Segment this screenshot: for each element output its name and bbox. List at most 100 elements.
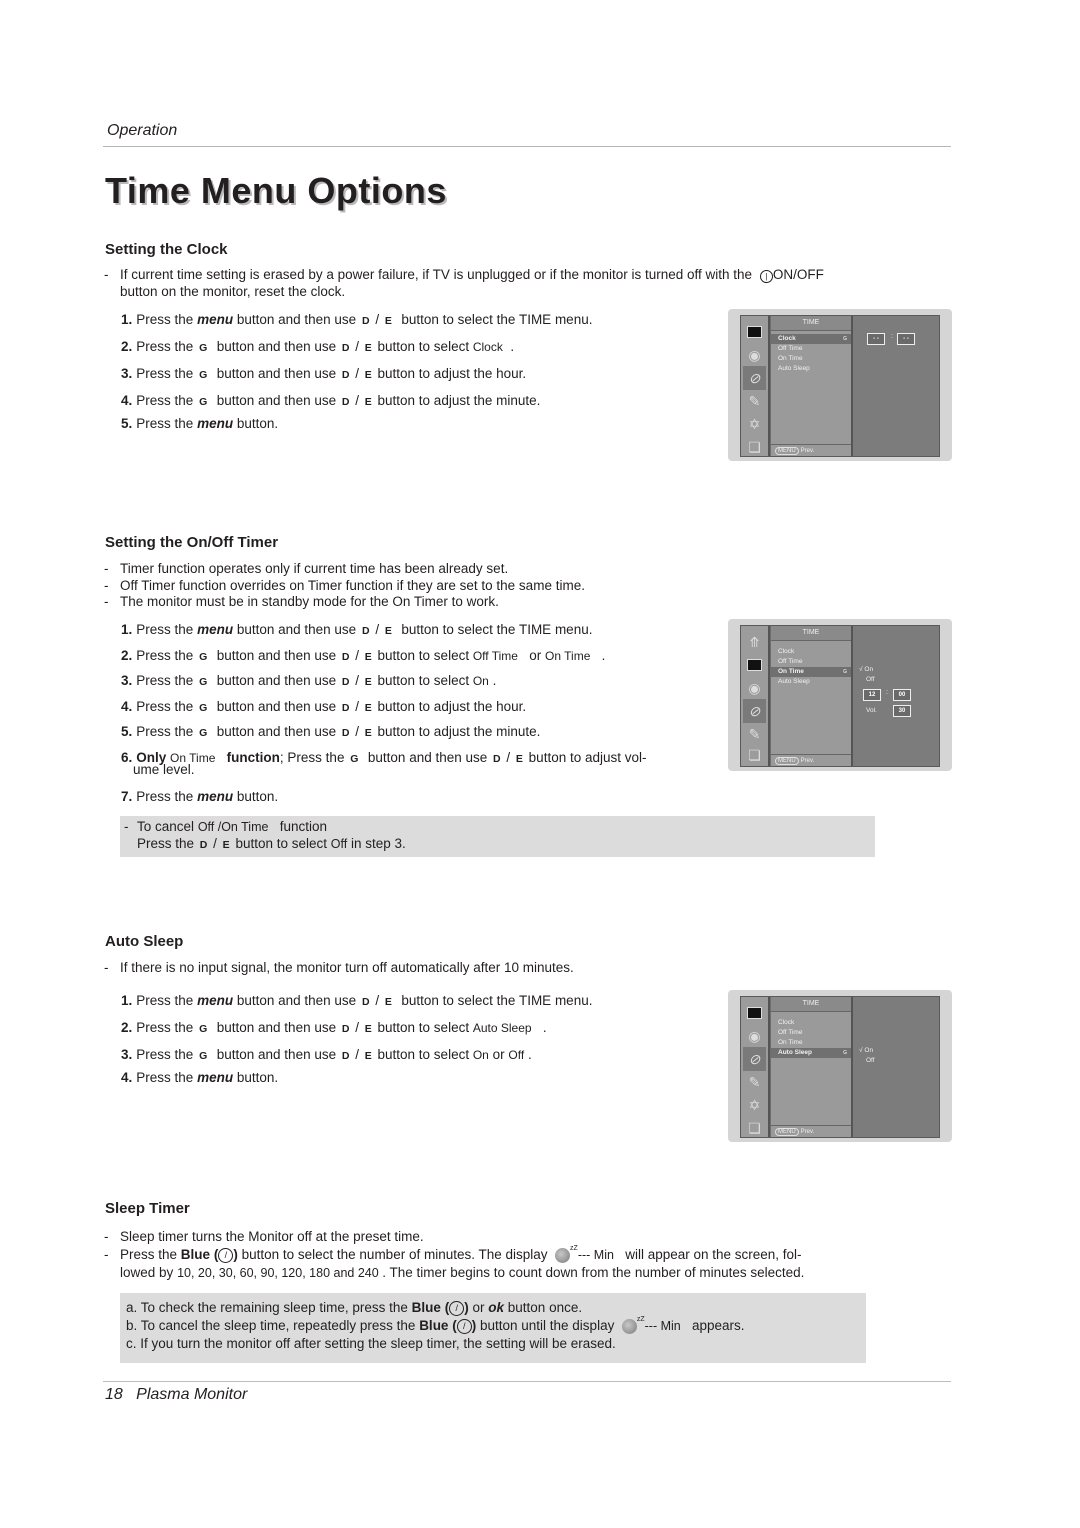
step-text: Press the — [136, 789, 194, 804]
hour-field[interactable]: 12 — [863, 689, 881, 701]
step-text: button and then use — [216, 1047, 337, 1062]
bullet: - Press the Blue (/) button to select the… — [104, 1245, 802, 1263]
settings-icon: ✡ — [748, 415, 761, 432]
osd-item-clock[interactable]: Clock — [771, 1018, 851, 1028]
picture-icon — [743, 1001, 766, 1025]
step-text: Press the — [136, 648, 194, 663]
bullet-dash: - — [104, 267, 109, 282]
hour-field[interactable]: - - — [867, 333, 885, 345]
osd-item-off-time[interactable]: Off Time — [771, 344, 851, 354]
step-text: or — [529, 648, 542, 663]
step-number: 7. — [121, 789, 133, 804]
note-text: button until the display — [479, 1318, 615, 1333]
osd-term: Off — [508, 1048, 525, 1062]
option-off[interactable]: Off — [866, 676, 875, 683]
osd-item-auto-sleep[interactable]: Auto Sleep — [771, 364, 851, 374]
sleep-notes: a. To check the remaining sleep time, pr… — [120, 1293, 866, 1363]
osd-icon-bar: ⤊ ◉ ⊘ ✎ ❏ — [741, 626, 770, 766]
note-text: function — [279, 819, 327, 834]
option-off[interactable]: Off — [866, 1057, 875, 1064]
option-on[interactable]: √ On — [859, 666, 873, 673]
step-text: button and then use — [367, 750, 488, 765]
pip-icon: ❏ — [748, 746, 761, 763]
osd-prev[interactable]: MENU Prev. — [771, 754, 851, 766]
colon: : — [891, 333, 893, 340]
volume-field[interactable]: 30 — [893, 705, 911, 717]
osd-item-on-time[interactable]: On Time — [771, 354, 851, 364]
up-key: D — [341, 727, 350, 739]
osd-item-off-time[interactable]: Off Time — [771, 657, 851, 667]
step-text: button and then use — [216, 339, 337, 354]
step-text: Press the — [136, 993, 194, 1008]
menu-key-badge: MENU — [775, 447, 799, 455]
minute-option: 240 — [357, 1266, 379, 1280]
osd-prev[interactable]: MENU Prev. — [771, 1125, 851, 1137]
step-text: button and then use — [216, 366, 337, 381]
remote-icon: ✎ — [748, 1073, 761, 1090]
minute-field[interactable]: 00 — [893, 689, 911, 701]
osd-term: Off Time — [472, 649, 518, 663]
up-key: D — [341, 702, 350, 714]
step-text: button and then use — [216, 699, 337, 714]
note-text: button to select — [235, 835, 327, 851]
volume-label: Vol. — [866, 707, 877, 714]
osd-item-clock[interactable]: Clock — [771, 334, 851, 344]
step: 1. Press the menu button and then use D /… — [121, 312, 593, 327]
step-number: 1. — [121, 993, 133, 1008]
down-key: E — [364, 676, 372, 688]
pip-icon: ❏ — [748, 438, 761, 455]
minute-field[interactable]: - - — [897, 333, 915, 345]
right-key: G — [199, 1023, 208, 1035]
note-text: in step 3. — [350, 835, 406, 851]
up-key: D — [341, 1023, 350, 1035]
menu-key: menu — [197, 312, 234, 327]
down-key: E — [384, 315, 392, 327]
step: 5. Press the menu button. — [121, 416, 592, 431]
osd-item-clock[interactable]: Clock — [771, 647, 851, 657]
step-text: button. — [236, 416, 279, 431]
option-on[interactable]: √ On — [859, 1047, 873, 1054]
step-number: 3. — [121, 673, 133, 688]
speaker-icon: ◉ — [748, 679, 761, 696]
up-key: D — [341, 396, 350, 408]
step: 4. Press the G button and then use D / E … — [121, 699, 527, 714]
step-text: button to select the TIME menu. — [401, 312, 593, 327]
osd-menu-title: TIME — [771, 626, 851, 641]
minute-option: 90 — [260, 1266, 275, 1280]
sleep-heading: Sleep Timer — [105, 1200, 190, 1217]
osd-item-auto-sleep[interactable]: Auto Sleep — [771, 677, 851, 687]
osd-item-on-time[interactable]: On Time — [771, 667, 851, 677]
step-number: 6. — [121, 750, 133, 765]
bullet-text: button to select the number of minutes. … — [241, 1247, 548, 1262]
osd-menu-list: TIME Clock Off Time On Time Auto Sleep M… — [771, 997, 853, 1137]
punct: . — [492, 673, 497, 688]
clock-icon: ⊘ — [743, 1047, 766, 1071]
step-text: button to adjust the hour. — [377, 366, 527, 381]
prev-label: Prev. — [800, 758, 815, 764]
step: 7. Press the menu button. — [121, 789, 647, 804]
osd-item-auto-sleep[interactable]: Auto Sleep — [771, 1048, 851, 1058]
bullet: - Timer function operates only if current… — [104, 561, 509, 576]
page-number: 18 — [105, 1386, 123, 1403]
up-key: D — [361, 315, 370, 327]
display-text: --- Min — [644, 1319, 681, 1333]
timer-heading: Setting the On/Off Timer — [105, 534, 279, 551]
step-text: button to select — [377, 1047, 470, 1062]
section-label: Operation — [107, 122, 178, 139]
osd-term: Off — [330, 836, 348, 851]
clock-bullet: - If current time setting is erased by a … — [104, 267, 904, 300]
osd-panel: - - : - - — [853, 316, 939, 456]
osd-term: Off /On Time — [197, 820, 269, 834]
step-text: Press the — [136, 312, 194, 327]
osd-prev[interactable]: MENU Prev. — [771, 444, 851, 456]
osd-item-off-time[interactable]: Off Time — [771, 1028, 851, 1038]
right-key: G — [199, 651, 208, 663]
sleep-clock-icon — [621, 1318, 637, 1334]
step-number: 4. — [121, 393, 133, 408]
step: 6. Only On Time function; Press the G but… — [121, 750, 647, 765]
osd-menu-clock: ◉ ⊘ ✎ ✡ ❏ TIME Clock Off Time On Time Au… — [728, 309, 952, 461]
autosleep-bullet: - If there is no input signal, the monito… — [104, 960, 574, 975]
osd-item-on-time[interactable]: On Time — [771, 1038, 851, 1048]
step-number: 5. — [121, 724, 133, 739]
bullet-text: If current time setting is erased by a p… — [120, 267, 753, 282]
